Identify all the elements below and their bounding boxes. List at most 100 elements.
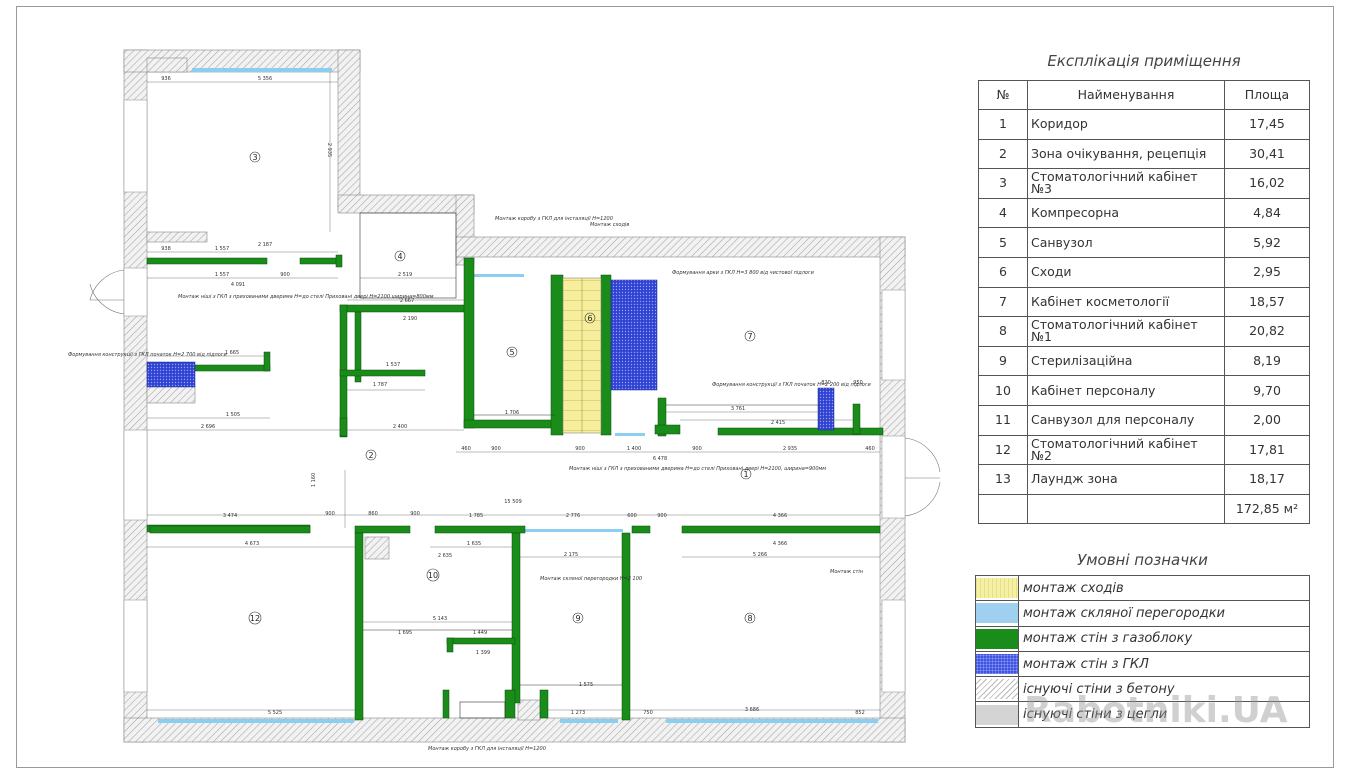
row-num: 4 <box>978 197 1028 229</box>
room-label-2: 2 <box>365 449 377 461</box>
svg-text:1 575: 1 575 <box>579 682 593 688</box>
row-num: 13 <box>978 464 1028 495</box>
wall-room2-left <box>146 384 196 404</box>
wall-room11-stub <box>517 699 541 721</box>
row-name: Кабінет косметології <box>1027 286 1225 318</box>
svg-text:2: 2 <box>368 451 373 460</box>
svg-text:900: 900 <box>692 446 702 452</box>
svg-text:5 266: 5 266 <box>753 552 767 558</box>
svg-text:2 415: 2 415 <box>771 420 785 426</box>
table-row: 12 Стоматологічний кабінет №2 17,81 <box>978 434 1310 466</box>
svg-text:1 449: 1 449 <box>473 630 487 636</box>
table-row: 6 Сходи 2,95 <box>978 256 1310 288</box>
svg-text:1 557: 1 557 <box>215 272 229 278</box>
legend-item: монтаж стін з газоблоку <box>975 625 1310 652</box>
row-num: 8 <box>978 316 1028 347</box>
svg-text:5: 5 <box>509 348 514 357</box>
legend-item: монтаж стін з ГКЛ <box>975 650 1310 678</box>
row-name: Сходи <box>1027 256 1225 288</box>
legend-swatch-glass <box>976 603 1018 624</box>
svg-text:938: 938 <box>161 246 171 252</box>
svg-text:460: 460 <box>461 446 471 452</box>
svg-text:1 785: 1 785 <box>469 513 483 519</box>
svg-text:1 160: 1 160 <box>311 473 317 487</box>
legend-swatch-concrete <box>976 679 1018 700</box>
row-area: 5,92 <box>1224 227 1310 258</box>
legend-label: монтаж скляної перегородки <box>1018 600 1310 627</box>
row-area: 4,84 <box>1224 197 1310 229</box>
svg-text:2 935: 2 935 <box>326 143 332 157</box>
svg-text:1 557: 1 557 <box>215 246 229 252</box>
row-name: Стоматологічний кабінет №2 <box>1027 434 1225 466</box>
svg-text:2 175: 2 175 <box>564 552 578 558</box>
svg-text:3: 3 <box>252 153 257 162</box>
note-wall-right: Монтаж стін <box>830 569 864 575</box>
table-row: 2 Зона очікування, рецепція 30,41 <box>978 138 1310 170</box>
svg-text:3 474: 3 474 <box>223 513 237 519</box>
svg-text:1 787: 1 787 <box>373 382 387 388</box>
svg-text:2 696: 2 696 <box>201 424 215 430</box>
svg-text:12: 12 <box>250 614 260 623</box>
row-name: Коридор <box>1027 109 1225 140</box>
wall-top-right <box>455 236 906 258</box>
svg-text:1 695: 1 695 <box>398 630 412 636</box>
svg-text:2 935: 2 935 <box>783 446 797 452</box>
row-num: 9 <box>978 345 1028 377</box>
svg-text:860: 860 <box>368 511 378 517</box>
row-num: 2 <box>978 138 1028 170</box>
row-name: Зона очікування, рецепція <box>1027 138 1225 170</box>
svg-text:1 706: 1 706 <box>505 410 519 416</box>
total-area: 172,85 м² <box>1224 493 1310 525</box>
room-label-10: 10 <box>426 568 440 582</box>
note-arch: Формування арки з ГКЛ Н=3 800 від чистов… <box>672 270 815 276</box>
row-num: 10 <box>978 375 1028 406</box>
room-label-8: 8 <box>744 612 756 624</box>
svg-text:2 400: 2 400 <box>393 424 407 430</box>
legend-swatch-gasblock <box>976 628 1018 649</box>
note-stairs: Монтаж сходів <box>590 222 629 228</box>
svg-text:6: 6 <box>587 314 592 323</box>
svg-text:6 478: 6 478 <box>653 456 667 462</box>
room-label-4: 4 <box>394 250 406 262</box>
table-row: 4 Компресорна 4,84 <box>978 197 1310 229</box>
svg-text:936: 936 <box>161 76 171 82</box>
row-num: 7 <box>978 286 1028 318</box>
room-label-5: 5 <box>506 346 518 358</box>
svg-text:9: 9 <box>575 614 580 623</box>
row-area: 30,41 <box>1224 138 1310 170</box>
legend-title: Умовні позначки <box>1077 551 1208 569</box>
svg-text:750: 750 <box>643 710 653 716</box>
watermark: Rabotniki.UA <box>1024 690 1288 731</box>
svg-text:600: 600 <box>627 513 637 519</box>
room-label-3: 3 <box>249 151 261 163</box>
row-area: 8,19 <box>1224 345 1310 377</box>
wall-room3-bottom <box>146 231 208 243</box>
table-row: 10 Кабінет персоналу 9,70 <box>978 375 1310 406</box>
svg-text:1 399: 1 399 <box>476 650 490 656</box>
svg-text:1 400: 1 400 <box>627 446 641 452</box>
note-niche-center: Монтаж ніші з ГКЛ з прихованими дверима … <box>569 466 826 472</box>
note-glass: Монтаж скляної перегородки Н=2 100 <box>540 576 642 582</box>
svg-text:852: 852 <box>855 710 865 716</box>
table-row: 7 Кабінет косметології 18,57 <box>978 286 1310 318</box>
wall-room10-stub <box>364 536 390 560</box>
svg-text:1 537: 1 537 <box>386 362 400 368</box>
row-name: Кабінет персоналу <box>1027 375 1225 406</box>
room-labels: 3 4 5 6 7 2 1 10 12 9 8 <box>248 151 756 625</box>
svg-text:4 366: 4 366 <box>773 513 787 519</box>
svg-text:4 673: 4 673 <box>245 541 259 547</box>
svg-text:3 761: 3 761 <box>731 406 745 412</box>
note-construct-left: Формування конструкції з ГКЛ початок Н=2… <box>68 352 227 358</box>
svg-text:15 509: 15 509 <box>504 499 522 505</box>
svg-text:4 366: 4 366 <box>773 541 787 547</box>
room-label-7: 7 <box>744 330 756 342</box>
row-num: 11 <box>978 404 1028 436</box>
row-area: 18,17 <box>1224 464 1310 495</box>
svg-text:1 635: 1 635 <box>467 541 481 547</box>
header-num: № <box>978 80 1028 110</box>
row-num: 6 <box>978 256 1028 288</box>
legend-label: монтаж стін з ГКЛ <box>1018 650 1310 678</box>
row-area: 16,02 <box>1224 168 1310 199</box>
table-row: 8 Стоматологічний кабінет №1 20,82 <box>978 316 1310 347</box>
wall-outer-right-upper <box>337 49 361 211</box>
